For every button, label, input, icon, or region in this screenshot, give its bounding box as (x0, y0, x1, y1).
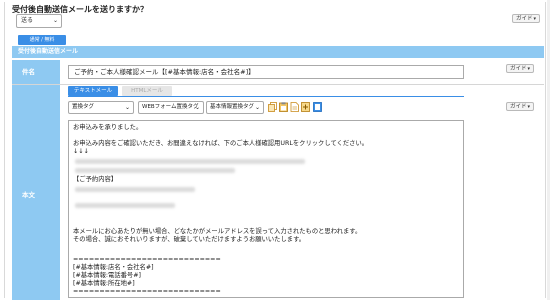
chevron-down-icon: ⌄ (52, 17, 58, 24)
chevron-down-icon: ▾ (527, 104, 531, 110)
insert-icon[interactable] (301, 102, 310, 112)
guide-label: ガイド (510, 104, 527, 110)
chevron-down-icon: ⌄ (254, 104, 260, 111)
chevron-down-icon: ▾ (527, 66, 531, 72)
tab-text-mail[interactable]: テキストメール (68, 86, 118, 96)
body-line: 【ご予約内容】 (73, 176, 118, 183)
normal-free-toggle-button[interactable]: 通常 / 無料 (18, 35, 66, 45)
chevron-down-icon: ▾ (533, 16, 537, 22)
chevron-down-icon: ⌄ (124, 104, 130, 111)
send-option-value: 送る (21, 17, 34, 24)
row-divider (12, 84, 544, 85)
guide-button-body[interactable]: ガイド▾ (506, 102, 535, 111)
paste-icon[interactable] (279, 102, 288, 112)
body-line: ============================ (73, 256, 221, 263)
blurred-text (75, 203, 175, 208)
tab-html-mail[interactable]: HTMLメール (122, 86, 172, 96)
subject-input[interactable]: ご予約・ご本人様確認メール【[#基本情報:店名・会社名#]】 (68, 65, 464, 79)
copy-icon[interactable] (268, 102, 277, 112)
body-line: ============================ (73, 288, 221, 295)
guide-label: ガイド (516, 16, 533, 22)
chevron-down-icon: ⌄ (194, 104, 200, 111)
body-line: お申込みを承りました。 (73, 124, 143, 131)
tab-underline (68, 96, 464, 97)
send-option-select[interactable]: 送る ⌄ (16, 14, 62, 28)
body-line: その場合、誠におそれいりますが、破棄していただけますようお願いいたします。 (73, 236, 306, 243)
guide-button-subject[interactable]: ガイド▾ (506, 64, 535, 73)
guide-button-top[interactable]: ガイド▾ (512, 14, 541, 23)
basic-info-tag-select-value: 基本情報置換タグ (210, 104, 255, 110)
body-line: 本メールにお心あたりが無い場合、どなたかがメールアドレスを誤って入力されたものと… (73, 228, 362, 235)
body-line: [#基本情報:電話番号#] (73, 272, 141, 279)
preview-icon[interactable] (313, 102, 322, 112)
subject-label: 件名 (12, 60, 60, 84)
blurred-text (75, 168, 235, 173)
blurred-text (75, 159, 305, 164)
webform-tag-select-value: WEBフォーム置換タグ (142, 104, 199, 110)
replace-tag-select[interactable]: 置換タグ ⌄ (68, 101, 134, 114)
section-title: 受付後自動送信メール (12, 46, 544, 58)
body-line: [#基本情報:所在地#] (73, 280, 135, 287)
body-line: お申込み内容をご確認いただき、お間違えなければ、下のご本人様確認用URLをクリッ… (73, 140, 369, 147)
replace-tag-select-value: 置換タグ (72, 104, 95, 110)
webform-tag-select[interactable]: WEBフォーム置換タグ ⌄ (138, 101, 204, 114)
blurred-text (75, 187, 195, 192)
body-line: ↓↓↓ (73, 148, 89, 155)
guide-label: ガイド (510, 66, 527, 72)
document-icon[interactable] (290, 102, 299, 112)
mail-body-textarea[interactable]: お申込みを承りました。 お申込み内容をご確認いただき、お間違えなければ、下のご本… (68, 120, 464, 298)
body-label: 本文 (12, 85, 60, 300)
basic-info-tag-select[interactable]: 基本情報置換タグ ⌄ (206, 101, 264, 114)
body-line: [#基本情報:店名・会社名#] (73, 264, 154, 271)
